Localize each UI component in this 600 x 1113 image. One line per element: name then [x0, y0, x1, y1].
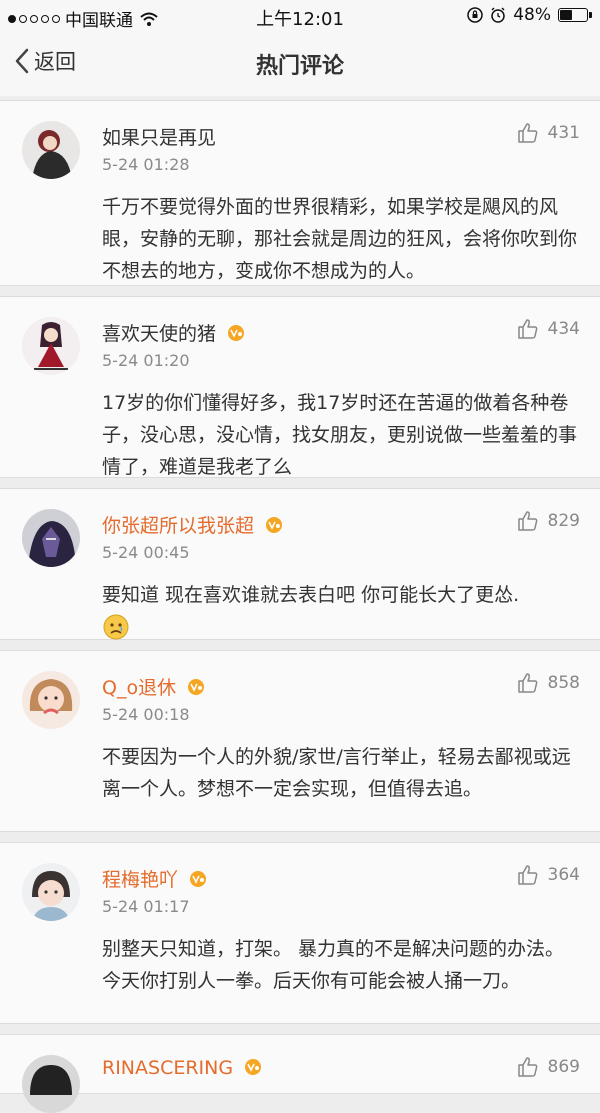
like-count: 434 [547, 319, 580, 339]
user-name-text: Q_o退休 [102, 677, 177, 699]
avatar[interactable] [22, 863, 80, 921]
battery-fill [560, 10, 572, 20]
battery-percent: 48% [513, 5, 551, 25]
comment-item: 喜欢天使的猪 5-24 01:20 434 17岁的你们懂得好多，我17岁时还在… [0, 296, 600, 478]
comment-item: 你张超所以我张超 5-24 00:45 829 要知道 现在喜欢谁就去表白吧 你… [0, 488, 600, 640]
vip-badge-icon [190, 871, 207, 887]
user-name[interactable]: 程梅艳吖 [102, 865, 208, 892]
vip-badge-icon [245, 1059, 262, 1075]
page-title: 热门评论 [255, 54, 344, 79]
comment-text: 不要因为一个人的外貌/家世/言行举止，轻易去鄙视或远离一个人。梦想不一定会实现，… [102, 746, 571, 800]
thumbs-up-icon [517, 1057, 537, 1077]
alarm-icon [491, 7, 505, 23]
comment-item: 如果只是再见 5-24 01:28 431 千万不要觉得外面的世界很精彩，如果学… [0, 100, 600, 286]
avatar[interactable] [22, 1055, 80, 1113]
user-name-text: 程梅艳吖 [102, 869, 179, 891]
comment-text: 别整天只知道，打架。 暴力真的不是解决问题的办法。今天你打别人一拳。后天你有可能… [102, 938, 565, 992]
user-name-text: 你张超所以我张超 [102, 515, 255, 537]
comment-text: 要知道 现在喜欢谁就去表白吧 你可能长大了更怂. [102, 579, 578, 641]
avatar[interactable] [22, 121, 80, 179]
sad-face-icon [103, 614, 129, 640]
battery-icon [558, 8, 592, 22]
user-name[interactable]: Q_o退休 [102, 673, 206, 700]
like-count: 431 [547, 123, 580, 143]
like-count: 869 [547, 1057, 580, 1077]
like-count: 829 [547, 511, 580, 531]
thumbs-up-icon [517, 511, 537, 531]
comment-list: 如果只是再见 5-24 01:28 431 千万不要觉得外面的世界很精彩，如果学… [0, 96, 600, 1113]
comment-text: 千万不要觉得外面的世界很精彩，如果学校是飓风的风眼，安静的无聊，那社会就是周边的… [102, 196, 578, 282]
user-name[interactable]: 你张超所以我张超 [102, 511, 284, 538]
vip-badge-icon [228, 325, 245, 341]
user-name[interactable]: 如果只是再见 [102, 123, 216, 150]
like-button[interactable]: 364 [516, 863, 580, 887]
avatar[interactable] [22, 317, 80, 375]
comment-text-body: 要知道 现在喜欢谁就去表白吧 你可能长大了更怂. [102, 584, 520, 606]
comment-item: RINASCERING 869 [0, 1034, 600, 1113]
avatar[interactable] [22, 509, 80, 567]
thumbs-up-icon [517, 865, 537, 885]
status-bar: 中国联通 上午12:01 48% [0, 0, 600, 32]
comment-time: 5-24 01:28 [102, 155, 190, 174]
comment-time: 5-24 01:20 [102, 351, 190, 370]
status-right: 48% [467, 5, 592, 25]
avatar[interactable] [22, 671, 80, 729]
comment-time: 5-24 00:18 [102, 705, 190, 724]
like-button[interactable]: 858 [516, 671, 580, 695]
comment-item: 程梅艳吖 5-24 01:17 364 别整天只知道，打架。 暴力真的不是解决问… [0, 842, 600, 1024]
user-name-text: RINASCERING [102, 1057, 234, 1079]
user-name[interactable]: 喜欢天使的猪 [102, 319, 246, 346]
thumbs-up-icon [517, 673, 537, 693]
vip-badge-icon [188, 679, 205, 695]
vip-badge-icon [266, 517, 283, 533]
like-button[interactable]: 434 [516, 317, 580, 341]
comment-time: 5-24 00:45 [102, 543, 190, 562]
rotation-lock-icon [467, 7, 483, 23]
thumbs-up-icon [517, 319, 537, 339]
comment-time: 5-24 01:17 [102, 897, 190, 916]
like-button[interactable]: 431 [516, 121, 580, 145]
like-count: 858 [547, 673, 580, 693]
like-count: 364 [547, 865, 580, 885]
user-name-text: 喜欢天使的猪 [102, 323, 217, 345]
user-name[interactable]: RINASCERING [102, 1057, 263, 1079]
nav-bar: 返回 热门评论 [0, 32, 600, 97]
user-name-text: 如果只是再见 [102, 127, 217, 149]
like-button[interactable]: 869 [516, 1055, 580, 1079]
like-button[interactable]: 829 [516, 509, 580, 533]
comment-text: 17岁的你们懂得好多，我17岁时还在苦逼的做着各种卷子，没心思，没心情，找女朋友… [102, 392, 578, 478]
comment-item: Q_o退休 5-24 00:18 858 不要因为一个人的外貌/家世/言行举止，… [0, 650, 600, 832]
thumbs-up-icon [517, 123, 537, 143]
